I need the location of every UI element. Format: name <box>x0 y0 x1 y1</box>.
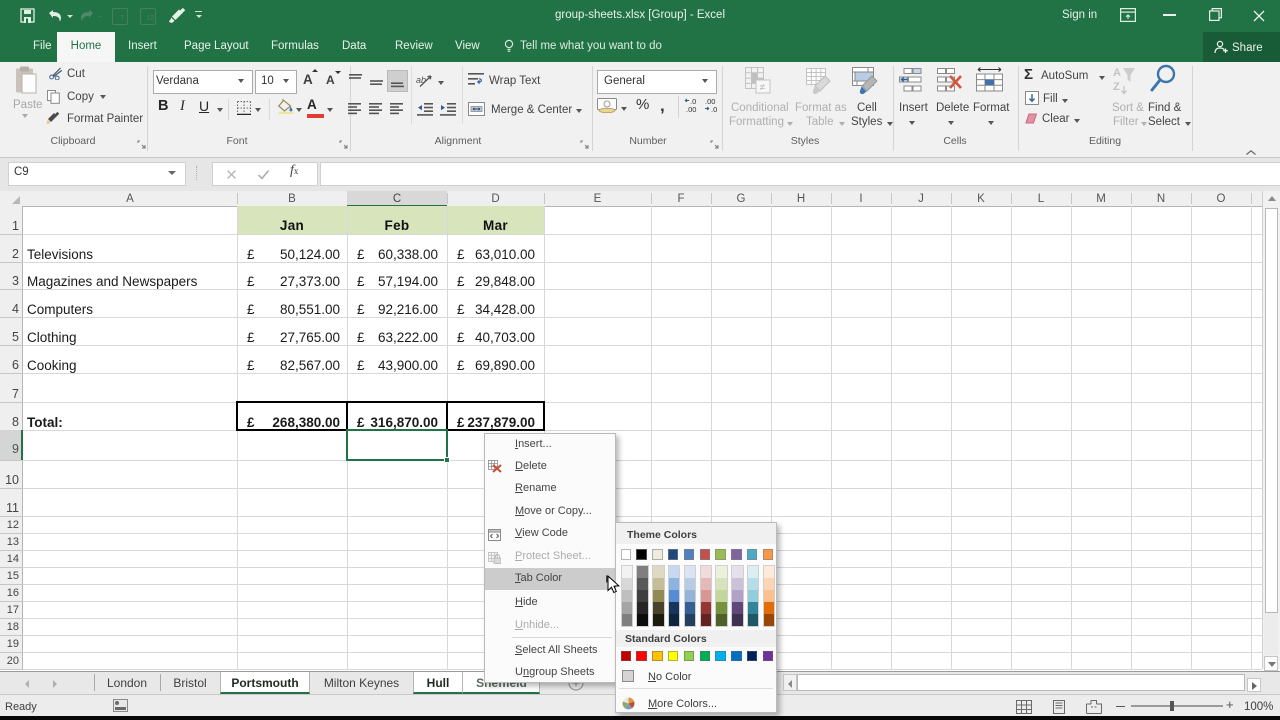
svg-text:ab: ab <box>416 75 426 85</box>
svg-text:≠: ≠ <box>760 83 766 94</box>
svg-text:Z: Z <box>1113 81 1120 93</box>
svg-text:.0: .0 <box>711 105 717 113</box>
svg-text:.00: .00 <box>686 105 696 113</box>
svg-text:A: A <box>1113 67 1121 79</box>
